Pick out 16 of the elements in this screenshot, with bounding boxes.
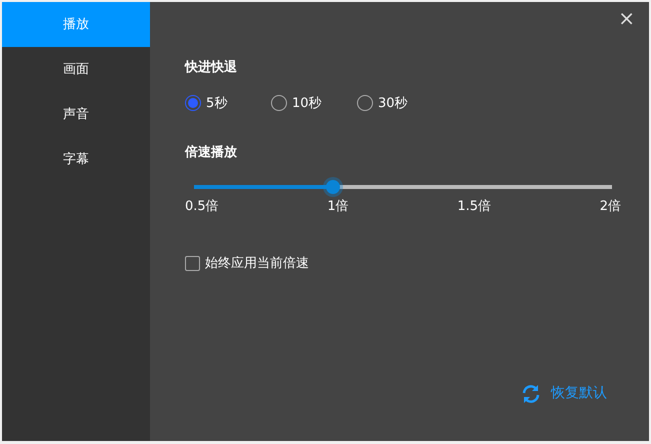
radio-option[interactable]: 30秒 <box>357 94 443 113</box>
tick-label: 0.5倍 <box>185 198 219 216</box>
radio-option[interactable]: 10秒 <box>271 94 357 113</box>
tick-label: 1倍 <box>327 198 349 216</box>
checkbox-option[interactable]: 始终应用当前倍速 <box>185 254 309 274</box>
section-title: 快进快退 <box>185 58 238 77</box>
sidebar-tab[interactable]: 声音 <box>2 92 150 137</box>
sidebar-tab[interactable]: 画面 <box>2 47 150 92</box>
tick-label: 2倍 <box>600 198 621 216</box>
section-title: 倍速播放 <box>185 144 238 162</box>
close-button[interactable]: × <box>614 8 639 28</box>
refresh-icon <box>521 384 541 404</box>
radio-option[interactable]: 5秒 <box>185 94 271 113</box>
tick-label: 1.5倍 <box>457 198 492 216</box>
slider-thumb[interactable] <box>326 180 340 194</box>
sidebar-tab[interactable]: 字幕 <box>2 137 150 182</box>
